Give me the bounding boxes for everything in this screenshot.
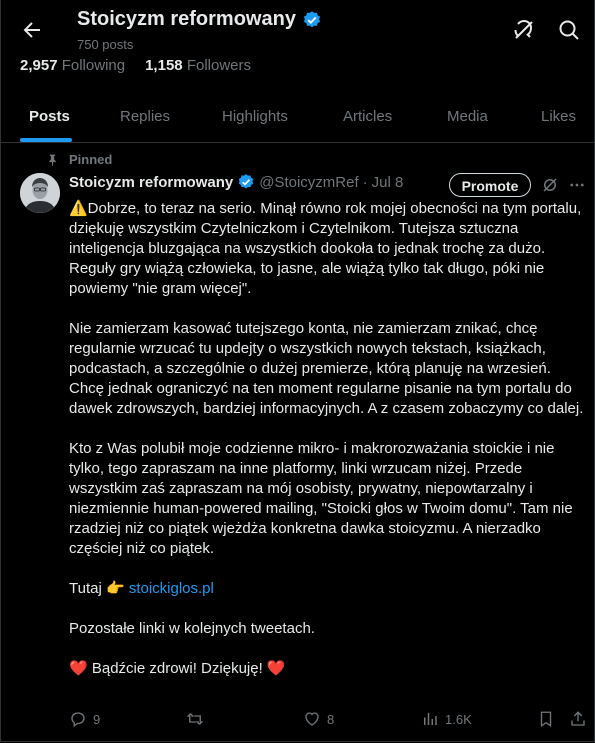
pinned-label: Pinned [69,152,113,167]
profile-title: Stoicyzm reformowany [77,8,296,30]
tweet-paragraph-5: Pozostałe linki w kolejnych tweetach. [69,620,315,637]
pin-icon [49,154,56,166]
followers-count: 1,158 [145,57,183,74]
tweet-meta: Stoicyzm reformowany @StoicyzmRef · Jul … [69,173,403,191]
tab-likes[interactable]: Likes [541,96,576,142]
active-tab-indicator [20,138,72,142]
tweet-paragraph-3: Kto z Was polubił moje codzienne mikro- … [69,440,573,557]
heart-icon [305,712,319,726]
retweet-button[interactable] [186,710,210,728]
avatar[interactable] [20,173,60,213]
search-icon[interactable] [557,18,581,42]
tab-media[interactable]: Media [447,96,488,142]
tab-posts[interactable]: Posts [29,96,70,142]
tweet-author-name[interactable]: Stoicyzm reformowany [69,174,233,191]
profile-tabs: Posts Replies Highlights Articles Media … [0,96,595,143]
link-prefix: Tutaj 👉 [69,580,129,597]
verified-badge-icon [303,10,321,27]
tweet-date[interactable]: Jul 8 [372,174,404,191]
retweet-icon [186,713,204,725]
tweet-body: ⚠️Dobrze, to teraz na serio. Minął równo… [69,199,589,679]
tweet-link-line: Tutaj 👉 stoickiglos.pl [69,579,589,599]
reply-icon [71,712,85,728]
verified-badge-icon [238,174,254,189]
tab-articles[interactable]: Articles [343,96,392,142]
following-link[interactable]: 2,957 Following [20,57,125,74]
more-options-icon[interactable] [568,176,586,194]
tweet-actions: 9 8 1.6K [69,710,589,730]
views-chart-icon [424,713,437,725]
avatar-portrait-icon [20,173,60,213]
pinned-indicator: Pinned [46,152,112,167]
followers-link[interactable]: 1,158 Followers [145,57,251,74]
view-count: 1.6K [445,711,472,727]
posts-count: 750 posts [77,37,134,52]
reply-count: 9 [93,711,101,727]
followers-label: Followers [186,57,251,74]
bookmark-button[interactable] [537,710,555,728]
like-count: 8 [327,711,335,727]
tweet-paragraph-1: ⚠️Dobrze, to teraz na serio. Minął równo… [69,200,582,297]
following-count: 2,957 [20,57,58,74]
grok-icon[interactable] [541,176,559,194]
separator-dot: · [362,173,368,191]
views-button[interactable]: 1.6K [421,710,472,728]
follow-stats: 2,957 Following 1,158 Followers [20,57,251,74]
reply-button[interactable]: 9 [69,710,100,728]
like-button[interactable]: 8 [303,710,334,728]
back-arrow-icon[interactable] [20,18,44,42]
bookmark-icon [540,711,552,728]
tweet-author-handle[interactable]: @StoicyzmRef [259,174,358,191]
stoickiglos-link[interactable]: stoickiglos.pl [129,580,214,597]
share-icon [571,711,585,726]
profile-header: Stoicyzm reformowany 750 posts 2,957 Fol… [0,0,595,88]
profile-title-row: Stoicyzm reformowany [77,8,322,31]
tweet-paragraph-2: Nie zamierzam kasować tutejszego konta, … [69,320,584,417]
tweet-paragraph-6: ❤️ Bądźcie zdrowi! Dziękuję! ❤️ [69,660,286,677]
share-button[interactable] [569,710,587,728]
promote-button[interactable]: Promote [449,173,531,197]
notifications-off-icon[interactable] [512,18,536,42]
tab-highlights[interactable]: Highlights [222,96,288,142]
tab-replies[interactable]: Replies [120,96,170,142]
following-label: Following [61,57,126,74]
